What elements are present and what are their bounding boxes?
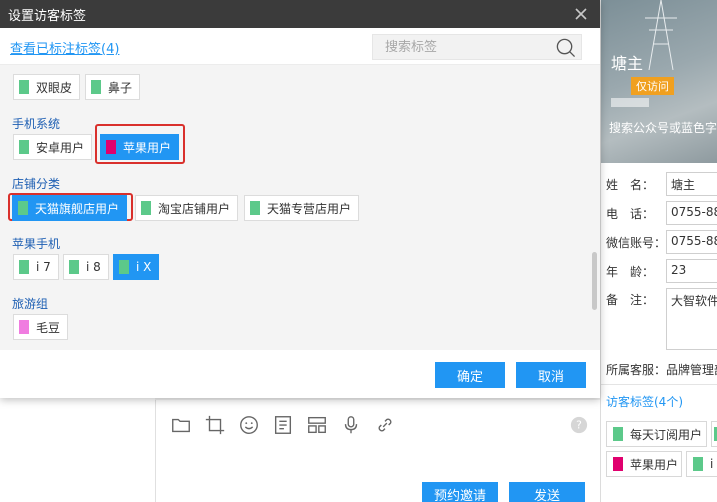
tag-color-swatch <box>250 201 260 215</box>
tag-label: 天猫专营店用户 <box>267 201 352 216</box>
tag-label: 安卓用户 <box>36 140 85 155</box>
tag-tmall-specialty-user[interactable]: 天猫专营店用户 <box>244 195 360 221</box>
tag-color-swatch <box>613 457 623 471</box>
profile-banner: 塘主 仅访问 搜索公众号或蓝色字 <box>601 0 717 163</box>
tag-label: i X <box>136 260 152 274</box>
field-label: 备 注： <box>606 292 655 307</box>
service-agent-text: 所属客服：品牌管理部 <box>606 363 717 377</box>
age-field[interactable]: 23 <box>666 259 717 283</box>
profile-tag[interactable]: 每天订阅用户 <box>606 421 707 447</box>
tag-taobao-store-user[interactable]: 淘宝店铺用户 <box>135 195 239 221</box>
tag-label: 毛豆 <box>36 320 61 335</box>
tag-color-swatch <box>119 260 129 274</box>
close-icon[interactable] <box>572 5 590 23</box>
tag-color-swatch <box>693 457 703 471</box>
profile-tag-partial[interactable] <box>711 421 717 447</box>
schedule-invite-button[interactable]: 预约邀请 <box>422 482 498 502</box>
tag-label: 双眼皮 <box>36 80 73 95</box>
microphone-icon[interactable] <box>340 414 362 436</box>
group-title-store-category: 店铺分类 <box>12 177 61 191</box>
crop-icon[interactable] <box>204 414 226 436</box>
field-wechat-row: 微信账号： 0755-88 <box>606 229 717 255</box>
tag-label: 每天订阅用户 <box>630 427 703 442</box>
group-title-travel-group: 旅游组 <box>12 297 49 311</box>
tag-android-user[interactable]: 安卓用户 <box>13 134 93 160</box>
visitor-profile-panel: 塘主 仅访问 搜索公众号或蓝色字 姓 名： 塘主 电 话： 0755-88 微信… <box>600 0 717 502</box>
field-label: 姓 名： <box>606 177 655 192</box>
tag-color-swatch <box>613 427 623 441</box>
tag-label: i 8 <box>86 260 101 274</box>
scrollbar[interactable] <box>592 252 597 310</box>
tag-color-swatch <box>19 140 29 154</box>
layout-icon[interactable] <box>306 414 328 436</box>
confirm-button[interactable]: 确定 <box>435 362 505 388</box>
group-title-apple-phone: 苹果手机 <box>12 237 61 251</box>
tag-color-swatch <box>19 260 29 274</box>
tag-color-swatch <box>19 80 29 94</box>
set-visitor-tags-dialog: 设置访客标签 查看已标注标签(4) 双眼皮 鼻子 手机系统 安卓用户 苹果用户 <box>0 0 600 398</box>
profile-tag[interactable]: 苹果用户 <box>606 451 682 477</box>
tag-label: 鼻子 <box>108 80 133 95</box>
tag-search-input[interactable] <box>373 35 543 59</box>
tag-label: 苹果用户 <box>123 140 172 155</box>
tag-groups-list: 双眼皮 鼻子 手机系统 安卓用户 苹果用户 店铺分类 天猫旗舰店用户 淘宝店铺用… <box>0 65 600 350</box>
card-icon[interactable] <box>272 414 294 436</box>
chat-input-area: ? 预约邀请 发送 <box>155 400 600 502</box>
wechat-field[interactable]: 0755-88 <box>666 230 717 254</box>
dialog-footer: 确定 取消 <box>0 350 600 398</box>
link-icon[interactable] <box>374 414 396 436</box>
folder-icon[interactable] <box>170 414 192 436</box>
emoji-icon[interactable] <box>238 414 260 436</box>
view-tagged-link[interactable]: 查看已标注标签(4) <box>10 38 119 57</box>
tag-i7[interactable]: i 7 <box>13 254 59 280</box>
tag-color-swatch <box>69 260 79 274</box>
field-phone-row: 电 话： 0755-88 <box>606 200 717 226</box>
tag-color-swatch <box>19 320 29 334</box>
tag-ix[interactable]: i X <box>113 254 160 280</box>
pylon-graphic <box>645 0 677 70</box>
field-label: 微信账号： <box>606 235 667 250</box>
dialog-topbar: 查看已标注标签(4) <box>0 28 600 65</box>
search-icon[interactable] <box>555 37 576 58</box>
divider <box>601 384 717 385</box>
group-title-phone-os: 手机系统 <box>12 117 61 131</box>
send-button[interactable]: 发送 <box>509 482 585 502</box>
tag-tmall-flagship-user[interactable]: 天猫旗舰店用户 <box>12 195 128 221</box>
tag-label: i 7 <box>36 260 51 274</box>
profile-tag[interactable]: i X <box>686 451 717 477</box>
status-badge: 仅访问 <box>631 77 674 95</box>
field-age-row: 年 龄： 23 <box>606 258 717 284</box>
dialog-titlebar: 设置访客标签 <box>0 0 600 28</box>
name-field[interactable]: 塘主 <box>666 172 717 196</box>
tag-color-swatch <box>106 140 116 154</box>
tag-maodou[interactable]: 毛豆 <box>13 314 69 340</box>
chat-toolbar <box>170 414 396 436</box>
cancel-button[interactable]: 取消 <box>516 362 586 388</box>
dialog-title: 设置访客标签 <box>8 8 87 24</box>
tag-search-box <box>372 34 582 60</box>
visitor-tags-title: 访客标签(4个) <box>606 395 683 409</box>
tag-nose[interactable]: 鼻子 <box>85 74 141 100</box>
tag-color-swatch <box>141 201 151 215</box>
tag-double-eyelid[interactable]: 双眼皮 <box>13 74 81 100</box>
tag-label: 淘宝店铺用户 <box>158 201 231 216</box>
tag-color-swatch <box>18 201 28 215</box>
search-hint-text: 搜索公众号或蓝色字 <box>609 121 717 135</box>
phone-field[interactable]: 0755-88 <box>666 201 717 225</box>
tag-i8[interactable]: i 8 <box>63 254 109 280</box>
field-name-row: 姓 名： 塘主 <box>606 171 717 197</box>
visitor-name: 塘主 <box>611 54 644 73</box>
field-label: 电 话： <box>606 206 655 221</box>
tag-label: 天猫旗舰店用户 <box>35 201 120 216</box>
field-label: 年 龄： <box>606 264 655 279</box>
tag-color-swatch <box>91 80 101 94</box>
note-field[interactable]: 大智软件 <box>666 288 717 350</box>
svg-text:?: ? <box>576 419 582 432</box>
help-icon[interactable]: ? <box>570 416 588 434</box>
blurred-info <box>611 98 649 107</box>
tag-label: i X <box>710 457 717 471</box>
tag-label: 苹果用户 <box>630 457 679 472</box>
tag-apple-user[interactable]: 苹果用户 <box>100 134 180 160</box>
